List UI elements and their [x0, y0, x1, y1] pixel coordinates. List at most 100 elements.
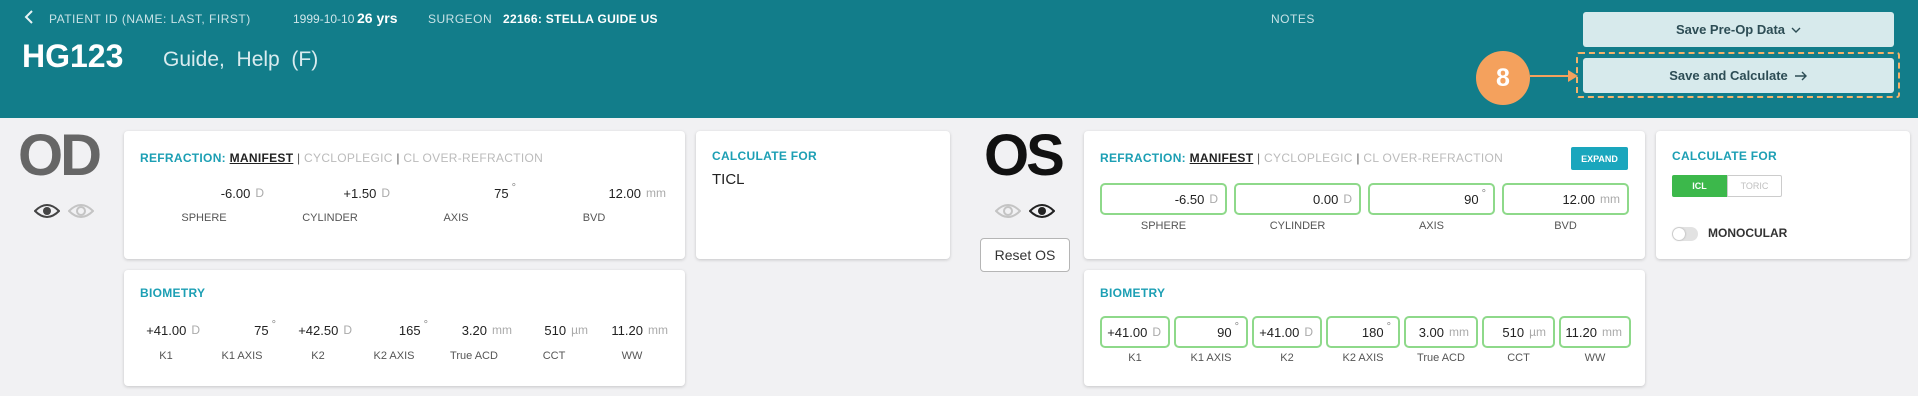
expand-button[interactable]: EXPAND [1571, 147, 1628, 170]
reset-os-button[interactable]: Reset OS [980, 238, 1070, 272]
value: +41.00 [1107, 324, 1148, 340]
field-label: WW [1584, 352, 1606, 364]
notes-label[interactable]: NOTES [1271, 12, 1315, 26]
os-calculate-title: CALCULATE FOR [1672, 149, 1777, 163]
patient-name: Guide, Help (F) [163, 48, 319, 71]
od-ww-field[interactable]: 11.20 mm [596, 314, 668, 346]
od-k2-axis-field[interactable]: 165 ° [360, 314, 428, 346]
field-label: CCT [542, 350, 566, 362]
os-sphere-value: -6.50 [1174, 191, 1205, 207]
unit: mm [1602, 325, 1622, 339]
os-cylinder-field[interactable]: 0.00 D [1234, 183, 1361, 215]
field-label: K2 [1280, 352, 1294, 364]
unit: mm [646, 186, 666, 200]
unit: D [255, 186, 264, 200]
field-label: K1 [1128, 352, 1142, 364]
unit: D [1152, 325, 1161, 339]
eye-open-icon[interactable] [34, 202, 60, 220]
unit: µm [571, 323, 588, 337]
value: 75 [254, 322, 269, 338]
unit: ° [1386, 321, 1391, 333]
patient-id: HG123 [22, 38, 124, 74]
od-cct-field[interactable]: 510 µm [520, 314, 588, 346]
field-label: True ACD [1417, 352, 1465, 364]
unit: ° [511, 182, 516, 194]
od-k1-field[interactable]: +41.00 D [132, 314, 200, 346]
unit: D [191, 323, 200, 337]
os-cct-field[interactable]: 510 µm [1482, 316, 1555, 348]
tab-cl-over-refraction[interactable]: CL OVER-REFRACTION [1363, 151, 1503, 165]
os-k2-axis-field[interactable]: 180 ° [1326, 316, 1400, 348]
field-label: K1 [159, 350, 173, 362]
step-arrow-icon [1568, 70, 1578, 82]
unit: µm [1529, 325, 1546, 339]
tab-cycloplegic[interactable]: CYCLOPLEGIC [304, 151, 393, 165]
od-bvd-field[interactable]: 12.00 mm [522, 177, 666, 209]
os-refraction-title: REFRACTION: MANIFEST | CYCLOPLEGIC | CL … [1100, 151, 1503, 165]
od-cylinder-value: +1.50 [343, 185, 377, 201]
field-label: AXIS [443, 212, 469, 224]
lens-option-icl[interactable]: ICL [1672, 175, 1727, 197]
os-biometry-title: BIOMETRY [1100, 286, 1166, 300]
value: 11.20 [1565, 324, 1597, 340]
tab-cl-over-refraction[interactable]: CL OVER-REFRACTION [403, 151, 543, 165]
save-pre-op-button[interactable]: Save Pre-Op Data [1583, 12, 1894, 47]
field-label: SPHERE [1140, 220, 1187, 232]
tab-manifest[interactable]: MANIFEST [1190, 151, 1254, 165]
od-k1-axis-field[interactable]: 75 ° [208, 314, 276, 346]
tab-cycloplegic[interactable]: CYCLOPLEGIC [1264, 151, 1353, 165]
os-sphere-field[interactable]: -6.50 D [1100, 183, 1227, 215]
unit: D [381, 186, 390, 200]
tab-separator: | [1356, 151, 1360, 165]
os-true-acd-field[interactable]: 3.00 mm [1404, 316, 1478, 348]
os-k2-field[interactable]: +41.00 D [1252, 316, 1322, 348]
field-label: CCT [1507, 352, 1530, 364]
os-calculate-card: CALCULATE FOR ICL TORIC MONOCULAR [1656, 131, 1910, 259]
field-label: K1 AXIS [221, 350, 263, 362]
value: 510 [1502, 324, 1525, 340]
field-label: K2 [311, 350, 325, 362]
od-k2-field[interactable]: +42.50 D [284, 314, 352, 346]
save-and-calculate-button[interactable]: Save and Calculate [1583, 58, 1894, 93]
od-biometry-title: BIOMETRY [140, 286, 206, 300]
eye-open-icon[interactable] [1029, 202, 1055, 220]
value: +42.50 [298, 322, 339, 338]
os-k1-field[interactable]: +41.00 D [1100, 316, 1170, 348]
unit: mm [1600, 192, 1620, 206]
od-biometry-card: BIOMETRY +41.00 D 75 ° +42.50 D 165 ° 3.20 mm… [124, 270, 685, 386]
od-label: OD [18, 123, 102, 188]
save-and-calculate-label: Save and Calculate [1669, 68, 1788, 83]
od-sphere-field[interactable]: -6.00 D [144, 177, 264, 209]
field-label: K1 AXIS [1190, 352, 1232, 364]
refraction-label: REFRACTION: [140, 151, 226, 165]
os-cylinder-value: 0.00 [1313, 191, 1339, 207]
unit: mm [492, 323, 512, 337]
field-label: True ACD [450, 350, 498, 362]
field-label: SPHERE [181, 212, 227, 224]
od-axis-value: 75 [494, 185, 509, 201]
od-axis-field[interactable]: 75 ° [396, 177, 516, 209]
tab-manifest[interactable]: MANIFEST [230, 151, 294, 165]
unit: mm [648, 323, 668, 337]
eye-inactive-icon[interactable] [995, 202, 1021, 220]
lens-option-toric[interactable]: TORIC [1727, 175, 1782, 197]
os-k1-axis-field[interactable]: 90 ° [1174, 316, 1248, 348]
os-ww-field[interactable]: 11.20 mm [1559, 316, 1631, 348]
field-label: K2 AXIS [1342, 352, 1384, 364]
lens-type-toggle: ICL TORIC [1672, 175, 1782, 197]
od-cylinder-field[interactable]: +1.50 D [270, 177, 390, 209]
monocular-toggle[interactable] [1672, 227, 1698, 241]
chevron-down-icon [1791, 27, 1801, 33]
value: +41.00 [1259, 324, 1300, 340]
eye-inactive-icon[interactable] [68, 202, 94, 220]
value: 3.20 [461, 322, 487, 338]
os-axis-field[interactable]: 90 ° [1368, 183, 1495, 215]
patient-id-label: PATIENT ID (NAME: LAST, FIRST) [49, 12, 251, 26]
field-label: WW [621, 350, 643, 362]
chevron-left-icon[interactable] [24, 10, 34, 29]
os-bvd-field[interactable]: 12.00 mm [1502, 183, 1629, 215]
step-badge: 8 [1476, 51, 1530, 105]
os-biometry-card: BIOMETRY +41.00 D 90 ° +41.00 D 180 ° 3.00 mm… [1084, 270, 1645, 386]
od-sphere-value: -6.00 [220, 185, 251, 201]
od-true-acd-field[interactable]: 3.20 mm [436, 314, 512, 346]
